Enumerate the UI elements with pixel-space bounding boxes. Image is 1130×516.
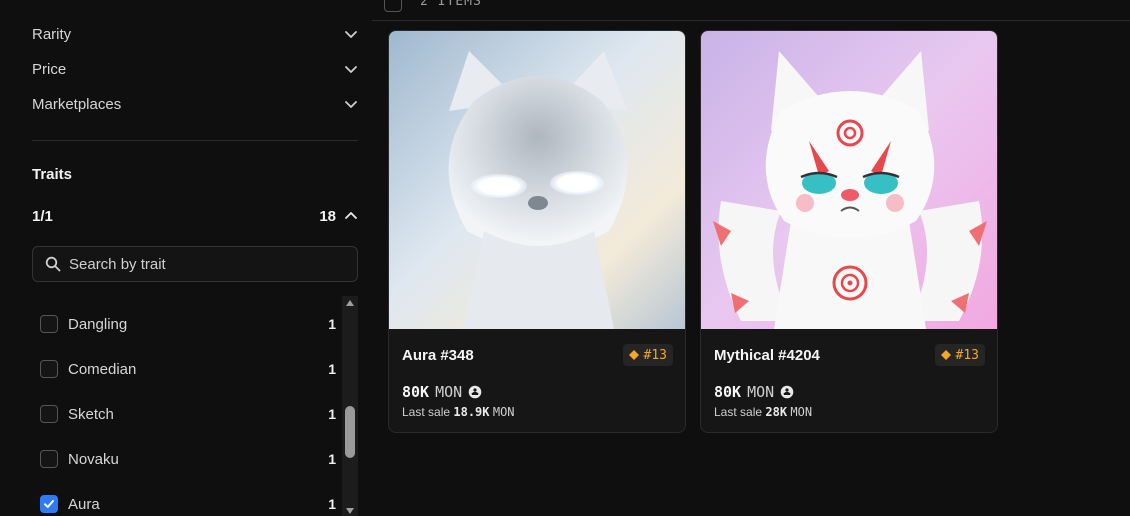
filter-marketplaces[interactable]: Marketplaces (32, 92, 358, 116)
trait-count: 1 (328, 496, 336, 512)
trait-item-dangling[interactable]: Dangling 1 (40, 312, 336, 336)
trait-item-sketch[interactable]: Sketch 1 (40, 402, 336, 426)
price-currency: MON (747, 383, 775, 401)
scroll-down-arrow-icon[interactable] (345, 506, 355, 516)
select-all-checkbox[interactable] (384, 0, 402, 12)
trait-count: 1 (328, 316, 336, 332)
trait-count: 1 (328, 361, 336, 377)
trait-count: 1 (328, 451, 336, 467)
filter-label: Rarity (32, 25, 72, 43)
last-sale-label: Last sale (714, 405, 763, 419)
chevron-up-icon (345, 212, 357, 219)
last-sale: Last sale 28K MON (714, 405, 812, 419)
last-sale-label: Last sale (402, 405, 451, 419)
nft-card-aura-348[interactable]: Aura #348 #13 80K MON Last sale 18.9K MO… (388, 30, 686, 433)
nft-price: 80K MON (402, 383, 482, 401)
trait-label: Comedian (68, 360, 137, 378)
nft-image-mythical (701, 31, 997, 329)
price-currency: MON (435, 383, 463, 401)
trait-search-box (32, 246, 358, 282)
filter-label: Price (32, 60, 67, 78)
trait-checkbox[interactable] (40, 315, 58, 333)
items-grid-area: 2 ITEMS Aura #348 #13 80K MON Last sale … (372, 0, 1130, 516)
last-sale: Last sale 18.9K MON (402, 405, 515, 419)
trait-checkbox[interactable] (40, 360, 58, 378)
filter-price[interactable]: Price (32, 57, 358, 81)
diamond-icon (940, 350, 951, 360)
trait-group-label: 1/1 (32, 207, 53, 225)
trait-count: 1 (328, 406, 336, 422)
trait-group-count: 18 (319, 207, 336, 225)
trait-checkbox-checked[interactable] (40, 495, 58, 513)
trait-item-comedian[interactable]: Comedian 1 (40, 357, 336, 381)
trait-item-left: Comedian (40, 360, 136, 378)
rarity-rank-badge: #13 (934, 344, 985, 366)
trait-search-input[interactable] (69, 255, 339, 273)
trait-group-toggle[interactable]: 1/1 18 (32, 205, 358, 227)
chevron-down-icon (345, 66, 357, 73)
trait-list: Dangling 1 Comedian 1 Sketch 1 Novaku 1 … (32, 296, 342, 516)
diamond-icon (628, 350, 639, 360)
sidebar-divider (32, 140, 358, 141)
nft-name: Aura #348 (402, 347, 474, 364)
price-amount: 80K (402, 383, 430, 401)
trait-checkbox[interactable] (40, 405, 58, 423)
trait-label: Sketch (68, 405, 114, 423)
mon-currency-icon (468, 385, 482, 399)
nft-name: Mythical #4204 (714, 347, 820, 364)
trait-item-left: Dangling (40, 315, 127, 333)
chevron-down-icon (345, 101, 357, 108)
checkmark-icon (44, 500, 54, 508)
trait-label: Novaku (68, 450, 119, 468)
trait-item-novaku[interactable]: Novaku 1 (40, 447, 336, 471)
last-sale-currency: MON (790, 405, 813, 419)
scrollbar-thumb[interactable] (345, 406, 355, 458)
price-amount: 80K (714, 383, 742, 401)
filters-sidebar: Rarity Price Marketplaces Traits 1/1 18 (0, 0, 372, 516)
nft-card-mythical-4204[interactable]: Mythical #4204 #13 80K MON Last sale 28K… (700, 30, 998, 433)
trait-label: Dangling (68, 315, 128, 333)
last-sale-value: 18.9K (453, 405, 490, 419)
trait-item-left: Aura (40, 495, 100, 513)
last-sale-value: 28K (765, 405, 788, 419)
items-toolbar: 2 ITEMS (372, 0, 1130, 21)
scroll-up-arrow-icon[interactable] (345, 298, 355, 308)
rank-value: #13 (955, 347, 979, 363)
nft-image-aura (389, 31, 685, 329)
nft-price: 80K MON (714, 383, 794, 401)
traits-heading: Traits (32, 166, 73, 183)
trait-item-left: Sketch (40, 405, 114, 423)
search-icon (45, 256, 61, 272)
app-root: Rarity Price Marketplaces Traits 1/1 18 (0, 0, 1130, 516)
rarity-rank-badge: #13 (622, 344, 673, 366)
filter-label: Marketplaces (32, 95, 122, 113)
trait-group-meta: 18 (319, 208, 358, 225)
items-count: 2 ITEMS (420, 0, 482, 9)
chevron-down-icon (345, 31, 357, 38)
rank-value: #13 (643, 347, 667, 363)
trait-item-aura[interactable]: Aura 1 (40, 492, 336, 516)
trait-label: Aura (68, 495, 100, 513)
filter-rarity[interactable]: Rarity (32, 22, 358, 46)
trait-checkbox[interactable] (40, 450, 58, 468)
trait-list-scrollbar[interactable] (342, 296, 358, 516)
mon-currency-icon (780, 385, 794, 399)
trait-item-left: Novaku (40, 450, 119, 468)
last-sale-currency: MON (492, 405, 515, 419)
